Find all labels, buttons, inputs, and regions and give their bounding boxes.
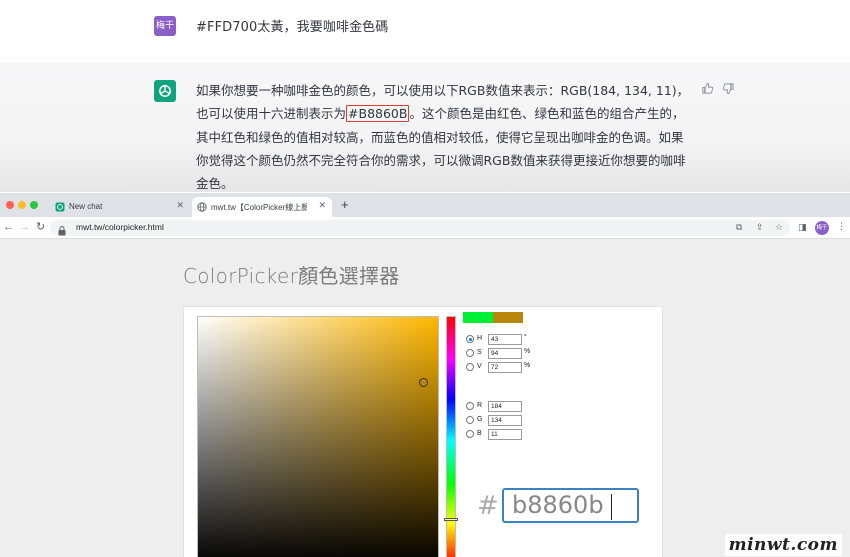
tab-label: New chat	[69, 202, 103, 211]
color-picker-cursor[interactable]	[419, 378, 428, 387]
screenshot-root: 梅干 #FFD700太黃，我要咖啡金色碼 如果你想要一种咖啡金色的颜色，可以使用…	[0, 0, 850, 557]
value-radio[interactable]	[466, 363, 474, 371]
side-panel-icon[interactable]: ◨	[798, 222, 807, 233]
tab-bar: New chat ✕ mwt.tw【ColorPicker線上顏色選擇器】 ✕ …	[0, 193, 850, 217]
maximize-window-button[interactable]	[30, 201, 38, 209]
field-label: G	[477, 416, 483, 423]
field-label: V	[477, 363, 482, 370]
hue-radio[interactable]	[466, 335, 474, 343]
forward-arrow-icon[interactable]: →	[19, 221, 30, 234]
minimize-window-button[interactable]	[18, 201, 26, 209]
watermark: minwt.com	[724, 534, 842, 556]
field-unit: %	[524, 362, 531, 369]
user-avatar: 梅干	[154, 16, 176, 36]
green-radio[interactable]	[466, 416, 474, 424]
field-unit: %	[524, 348, 531, 355]
field-label: S	[477, 349, 482, 356]
new-color-swatch	[463, 312, 493, 323]
tab-new-chat[interactable]: New chat ✕	[50, 197, 190, 217]
reload-icon[interactable]: ↻	[36, 221, 45, 234]
close-icon[interactable]: ✕	[176, 200, 184, 211]
saturation-input[interactable]: 94	[488, 348, 522, 359]
field-label: B	[477, 430, 482, 437]
address-bar[interactable]: mwt.tw/colorpicker.html	[50, 220, 790, 236]
hex-value: b8860b	[512, 491, 604, 519]
profile-avatar[interactable]: 梅干	[815, 221, 829, 235]
lock-icon	[58, 223, 66, 241]
page-content: ColorPicker顏色選擇器 H 43 ° S 94 % V 72 % R …	[0, 240, 850, 557]
new-tab-button[interactable]: +	[341, 197, 349, 212]
assistant-message-row: 如果你想要一种咖啡金色的颜色，可以使用以下RGB数值来表示：RGB(184, 1…	[0, 62, 850, 192]
more-menu-icon[interactable]: ⋮	[837, 221, 846, 232]
url-text: mwt.tw/colorpicker.html	[76, 222, 164, 232]
close-window-button[interactable]	[6, 201, 14, 209]
user-message-row: 梅干 #FFD700太黃，我要咖啡金色碼	[0, 0, 850, 62]
green-input[interactable]: 134	[488, 415, 522, 426]
red-radio[interactable]	[466, 402, 474, 410]
thumbs-down-icon[interactable]	[722, 82, 735, 100]
current-color-swatch	[493, 312, 523, 323]
hue-slider-handle[interactable]	[444, 518, 458, 521]
thumbs-up-icon[interactable]	[701, 82, 714, 100]
bookmark-star-icon[interactable]: ☆	[775, 222, 783, 233]
tab-label: mwt.tw【ColorPicker線上顏色選擇器】	[211, 203, 307, 212]
browser-toolbar: ← → ↻ mwt.tw/colorpicker.html ⧉ ⇪ ☆ ◨ 梅干…	[0, 217, 850, 239]
hue-input[interactable]: 43	[488, 334, 522, 345]
translate-icon[interactable]: ⧉	[736, 222, 742, 233]
text-caret	[611, 494, 612, 520]
colorpicker-panel: H 43 ° S 94 % V 72 % R 184 G 134 B 11 # …	[183, 306, 663, 557]
user-message-text: #FFD700太黃，我要咖啡金色碼	[196, 20, 389, 35]
openai-logo-icon	[154, 80, 176, 102]
saturation-value-area[interactable]	[197, 316, 439, 557]
tab-colorpicker[interactable]: mwt.tw【ColorPicker線上顏色選擇器】 ✕	[192, 197, 332, 217]
hash-symbol: #	[477, 491, 499, 521]
hex-input[interactable]: b8860b	[502, 488, 639, 523]
browser-window: New chat ✕ mwt.tw【ColorPicker線上顏色選擇器】 ✕ …	[0, 193, 850, 557]
field-unit: °	[524, 334, 527, 341]
blue-radio[interactable]	[466, 430, 474, 438]
red-input[interactable]: 184	[488, 401, 522, 412]
close-icon[interactable]: ✕	[318, 200, 326, 211]
highlighted-hex-code: #B8860B	[346, 105, 410, 123]
share-icon[interactable]: ⇪	[756, 222, 764, 233]
back-arrow-icon[interactable]: ←	[3, 221, 14, 234]
globe-icon	[197, 202, 207, 214]
blue-input[interactable]: 11	[488, 429, 522, 440]
field-label: R	[477, 402, 483, 409]
value-input[interactable]: 72	[488, 362, 522, 373]
field-label: H	[477, 335, 483, 342]
page-title: ColorPicker顏色選擇器	[183, 264, 400, 288]
assistant-message-text: 如果你想要一种咖啡金色的颜色，可以使用以下RGB数值来表示：RGB(184, 1…	[196, 79, 692, 195]
saturation-radio[interactable]	[466, 349, 474, 357]
chat-favicon	[55, 202, 65, 214]
